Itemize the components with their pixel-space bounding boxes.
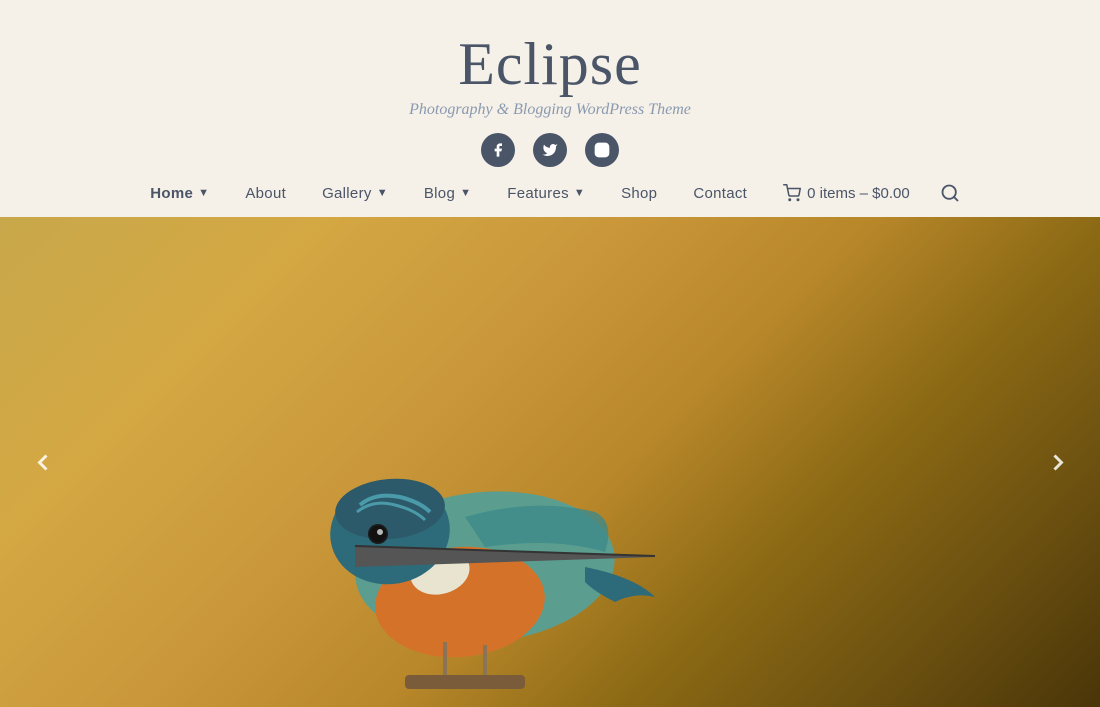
instagram-icon[interactable] [585,133,619,167]
nav-item-contact[interactable]: Contact [675,185,765,202]
home-chevron-icon: ▼ [198,187,209,199]
facebook-icon[interactable] [481,133,515,167]
hero-slider [0,217,1100,707]
nav-item-features[interactable]: Features ▼ [489,185,603,202]
nav-item-shop[interactable]: Shop [603,185,675,202]
page-wrapper: Eclipse Photography & Blogging WordPress… [0,0,1100,707]
cart-label: 0 items – $0.00 [807,185,910,202]
social-icons [481,133,619,167]
site-nav: Home ▼ About Gallery ▼ Blog ▼ Features ▼… [0,167,1100,217]
site-header: Eclipse Photography & Blogging WordPress… [0,0,1100,167]
features-chevron-icon: ▼ [574,187,585,199]
kingfisher-bird [165,337,865,707]
blog-chevron-icon: ▼ [460,187,471,199]
slider-prev-button[interactable] [20,440,65,485]
nav-item-about[interactable]: About [227,185,304,202]
slider-image [0,217,1100,707]
nav-item-home[interactable]: Home ▼ [132,185,227,202]
twitter-icon[interactable] [533,133,567,167]
cart-button[interactable]: 0 items – $0.00 [765,184,928,202]
gallery-chevron-icon: ▼ [377,187,388,199]
slider-next-button[interactable] [1035,440,1080,485]
cart-icon [783,184,801,202]
nav-item-gallery[interactable]: Gallery ▼ [304,185,406,202]
site-tagline: Photography & Blogging WordPress Theme [409,101,691,119]
next-arrow-icon [1044,448,1072,476]
nav-item-blog[interactable]: Blog ▼ [406,185,489,202]
search-icon [940,183,960,203]
prev-arrow-icon [29,448,57,476]
site-title: Eclipse [458,30,642,99]
search-button[interactable] [928,183,968,203]
